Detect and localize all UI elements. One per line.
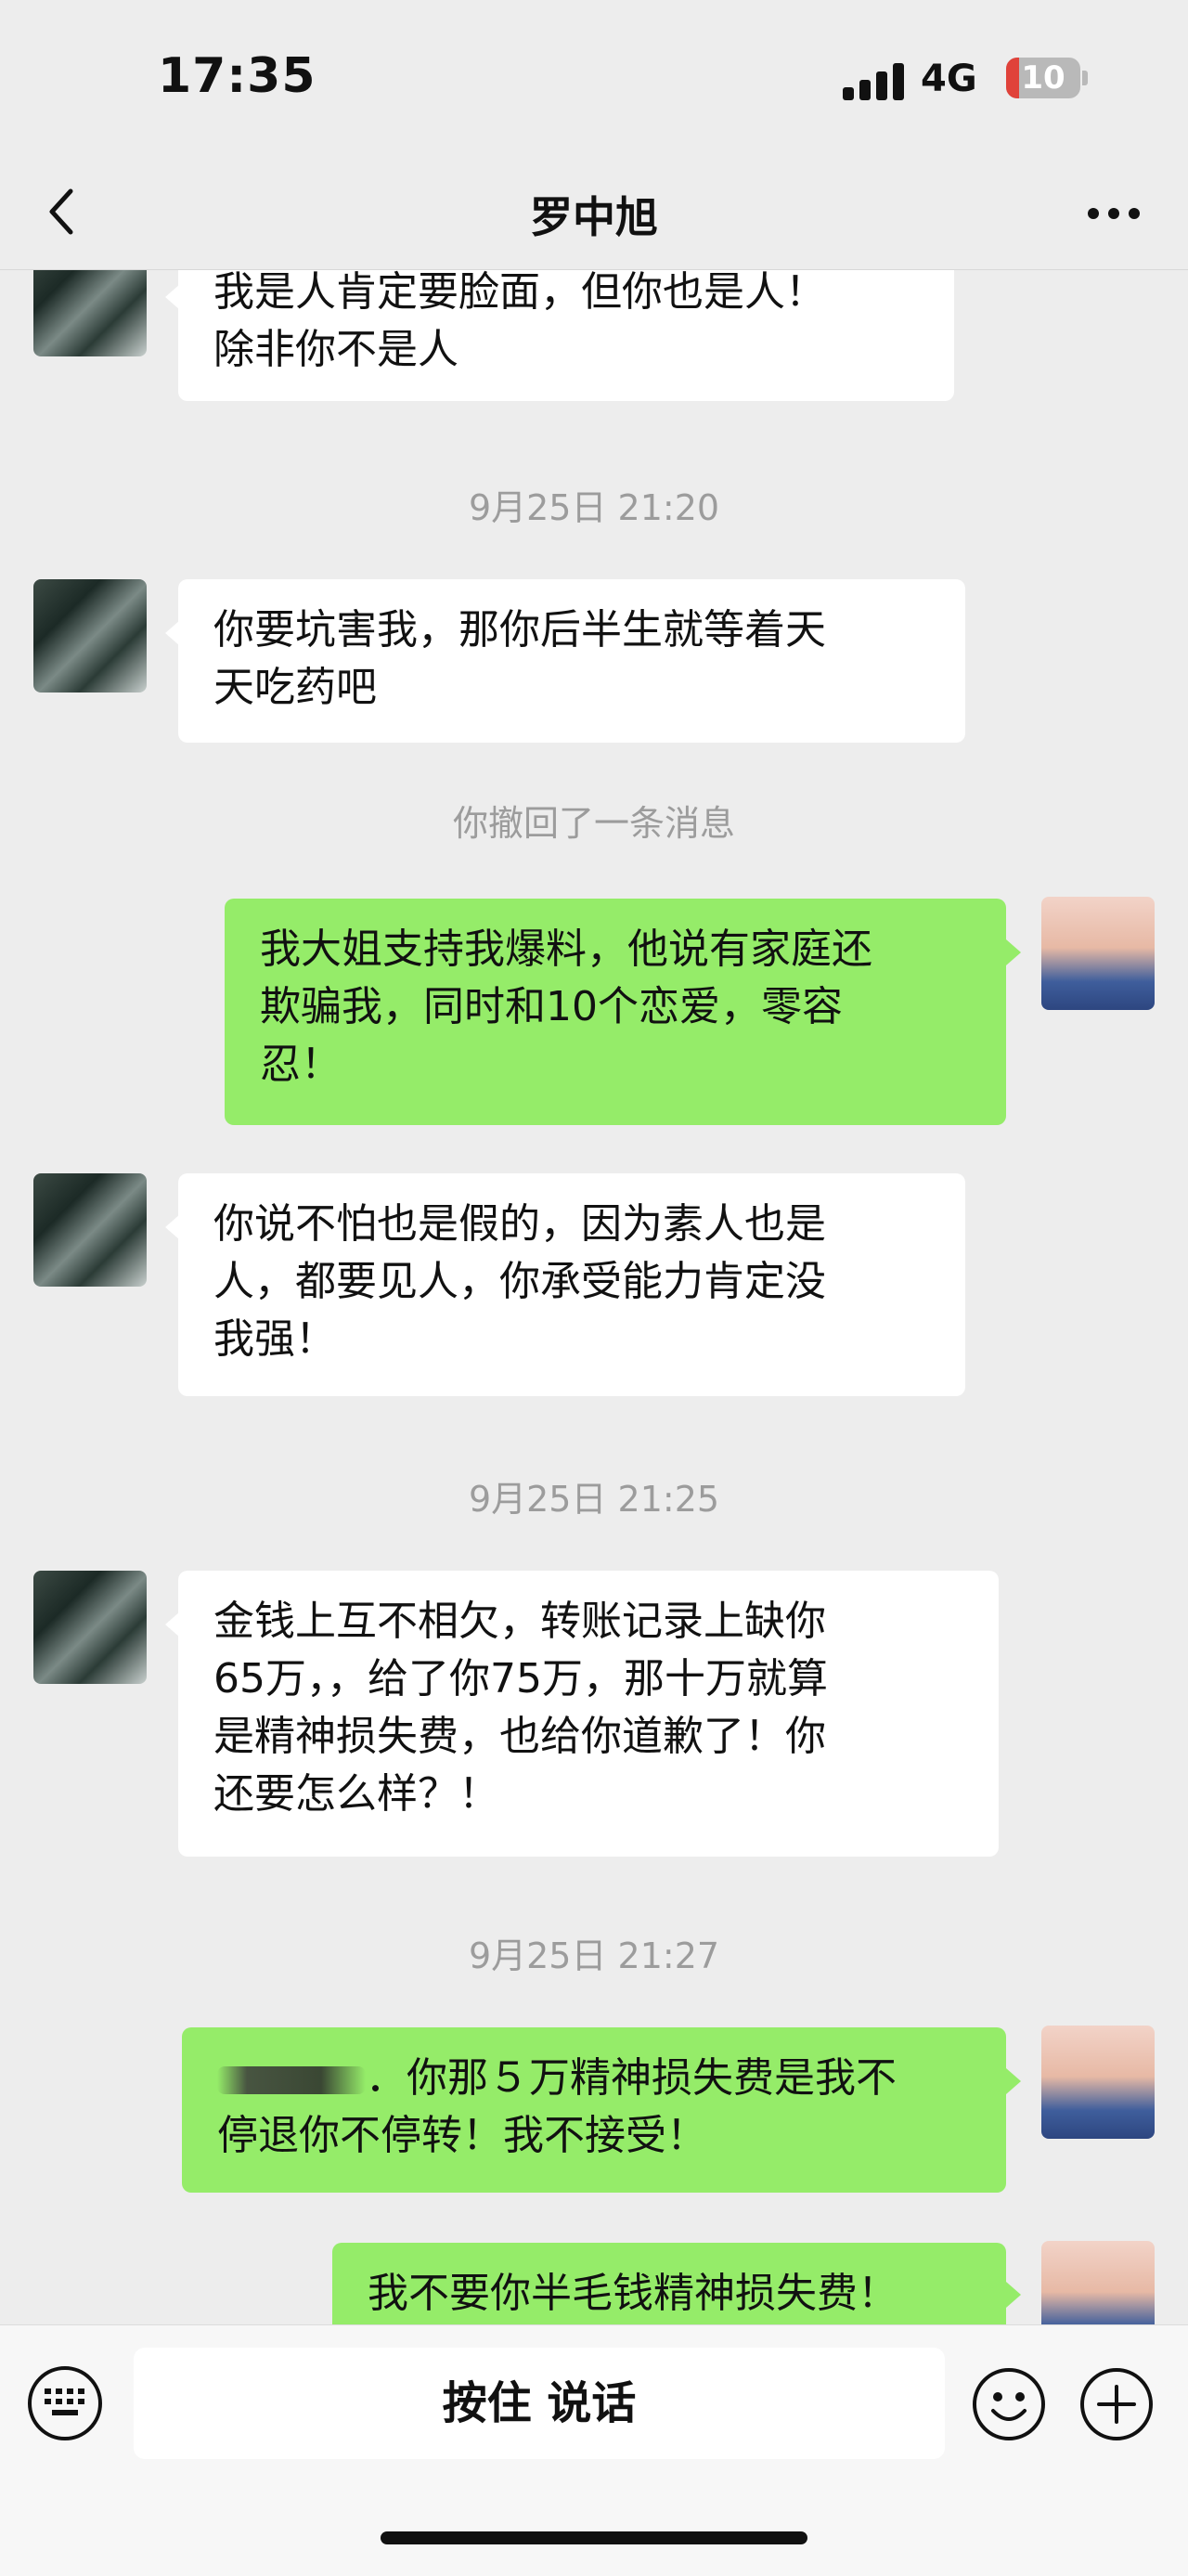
message-text: 你说不怕也是假的，因为素人也是	[213, 1200, 826, 1248]
chat-messages[interactable]: 我是人肯定要脸面，但你也是人！ 除非你不是人 9月25日 21:20 你要坑害我…	[0, 269, 1188, 2324]
avatar[interactable]	[33, 1571, 147, 1684]
chat-header: 罗中旭	[0, 158, 1188, 270]
message-bubble[interactable]: 你说不怕也是假的，因为素人也是 人，都要见人，你承受能力肯定没 我强！	[178, 1173, 965, 1396]
message-text: 停退你不停转！我不接受！	[217, 2112, 707, 2159]
message-text: 我不要你半毛钱精神损失费！	[368, 2270, 898, 2317]
message-bubble[interactable]: 我是人肯定要脸面，但你也是人！ 除非你不是人	[178, 269, 954, 401]
message-text: 除非你不是人	[213, 326, 458, 373]
message-text: ．你那５万精神损失费是我不	[366, 2054, 897, 2102]
battery-icon: 10	[1006, 58, 1080, 98]
message-text: 我强！	[213, 1315, 336, 1363]
message-bubble[interactable]: 我不要你半毛钱精神损失费！	[332, 2243, 1006, 2324]
message-text: 欺骗我，同时和10个恋爱，零容	[260, 983, 843, 1030]
message-text: 65万，，给了你75万，那十万就算	[213, 1655, 828, 1702]
message-text: 人，都要见人，你承受能力肯定没	[213, 1258, 826, 1305]
message-text: 是精神损失费，也给你道歉了！你	[213, 1713, 826, 1760]
avatar[interactable]	[1041, 897, 1155, 1010]
signal-icon	[843, 61, 908, 100]
message-bubble[interactable]: ．你那５万精神损失费是我不 停退你不停转！我不接受！	[182, 2027, 1006, 2193]
avatar[interactable]	[1041, 2241, 1155, 2324]
contact-name: 罗中旭	[530, 192, 658, 242]
message-bubble[interactable]: 金钱上互不相欠，转账记录上缺你 65万，，给了你75万，那十万就算 是精神损失费…	[178, 1571, 999, 1857]
status-time: 17:35	[158, 48, 316, 104]
plus-icon[interactable]	[1078, 2366, 1155, 2442]
message-text: 我是人肯定要脸面，但你也是人！	[213, 269, 826, 316]
avatar[interactable]	[33, 269, 147, 356]
timestamp: 9月25日 21:25	[468, 1479, 720, 1520]
message-text: 忍！	[260, 1041, 342, 1088]
status-bar: 17:35 4G 10	[0, 0, 1188, 158]
keyboard-icon[interactable]	[28, 2366, 102, 2440]
battery-tip	[1082, 71, 1088, 85]
avatar[interactable]	[33, 579, 147, 693]
message-text: 还要怎么样？！	[213, 1770, 499, 1818]
timestamp: 9月25日 21:20	[468, 487, 720, 528]
message-text: 天吃药吧	[213, 664, 377, 711]
battery-level: 10	[1021, 59, 1065, 97]
avatar[interactable]	[33, 1173, 147, 1287]
hold-to-talk-button[interactable]: 按住 说话	[134, 2348, 945, 2459]
avatar[interactable]	[1041, 2026, 1155, 2139]
message-text: 我大姐支持我爆料，他说有家庭还	[260, 926, 872, 973]
emoji-icon[interactable]	[971, 2366, 1047, 2442]
recall-notice: 你撤回了一条消息	[452, 803, 735, 844]
message-text: 金钱上互不相欠，转账记录上缺你	[213, 1598, 826, 1645]
redacted-text	[217, 2066, 366, 2094]
network-type: 4G	[921, 58, 977, 100]
home-indicator[interactable]	[381, 2531, 807, 2544]
more-dots-icon[interactable]	[1077, 186, 1151, 241]
message-bubble[interactable]: 你要坑害我，那你后半生就等着天 天吃药吧	[178, 579, 965, 743]
timestamp: 9月25日 21:27	[468, 1935, 720, 1976]
message-bubble[interactable]: 我大姐支持我爆料，他说有家庭还 欺骗我，同时和10个恋爱，零容 忍！	[225, 899, 1006, 1125]
message-text: 你要坑害我，那你后半生就等着天	[213, 606, 826, 654]
